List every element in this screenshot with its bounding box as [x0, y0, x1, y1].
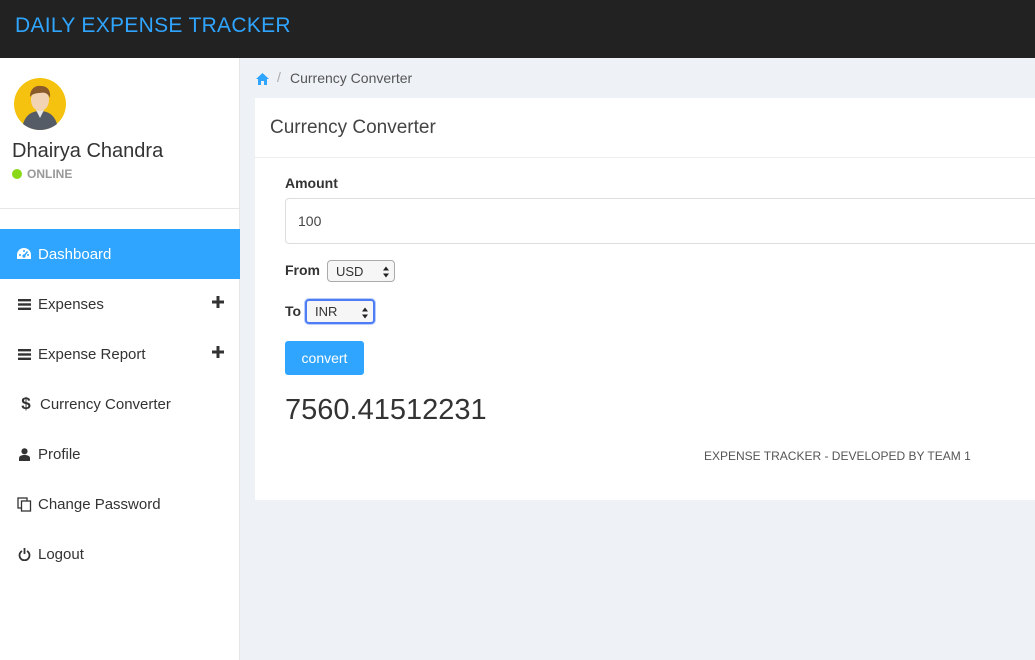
dashboard-icon — [15, 245, 33, 263]
home-icon[interactable] — [256, 72, 269, 85]
converter-panel: Currency Converter Amount From USD To IN… — [255, 98, 1035, 500]
dollar-icon: $ — [21, 394, 31, 413]
amount-label: Amount — [285, 175, 338, 191]
select-arrows-icon — [383, 266, 389, 278]
conversion-result: 7560.41512231 — [285, 394, 487, 426]
top-navbar: DAILY EXPENSE TRACKER — [0, 0, 1035, 58]
power-icon — [15, 545, 33, 563]
page-title: Currency Converter — [270, 117, 436, 138]
online-status-dot — [12, 169, 22, 179]
status-label: ONLINE — [27, 167, 73, 181]
sidebar-item-expense-report[interactable]: Expense Report — [0, 329, 240, 379]
plus-icon[interactable] — [212, 295, 226, 309]
sidebar-item-expenses[interactable]: Expenses — [0, 279, 240, 329]
copy-icon — [15, 495, 33, 513]
sidebar-item-dashboard[interactable]: Dashboard — [0, 229, 240, 279]
sidebar-item-label: Expenses — [38, 295, 104, 313]
breadcrumb: / Currency Converter — [241, 58, 1035, 98]
sidebar-item-label: Expense Report — [38, 345, 146, 363]
plus-icon[interactable] — [212, 345, 226, 359]
sidebar-item-label: Change Password — [38, 495, 161, 513]
avatar — [14, 78, 66, 130]
sidebar-item-label: Profile — [38, 445, 81, 463]
footer-credit: EXPENSE TRACKER - DEVELOPED BY TEAM 1 — [704, 449, 971, 463]
sidebar-item-logout[interactable]: Logout — [0, 529, 240, 579]
user-status: ONLINE — [12, 167, 72, 181]
to-label: To — [285, 303, 302, 319]
brand-title[interactable]: DAILY EXPENSE TRACKER — [15, 14, 291, 38]
list-icon — [15, 295, 33, 313]
panel-heading: Currency Converter — [255, 98, 1035, 158]
from-label: From — [285, 262, 320, 278]
user-icon — [15, 445, 33, 463]
convert-button[interactable]: convert — [285, 341, 364, 375]
sidebar-item-profile[interactable]: Profile — [0, 429, 240, 479]
sidebar-item-change-password[interactable]: Change Password — [0, 479, 240, 529]
list-icon — [15, 345, 33, 363]
sidebar-item-label: Currency Converter — [40, 395, 171, 413]
sidebar: Dhairya Chandra ONLINE Dashboard Expense… — [0, 58, 240, 660]
to-currency-value: INR — [315, 304, 338, 319]
sidebar-item-label: Dashboard — [38, 245, 112, 263]
from-currency-select[interactable]: USD — [327, 260, 395, 282]
to-currency-select[interactable]: INR — [305, 299, 375, 324]
from-currency-value: USD — [336, 263, 364, 279]
amount-input[interactable] — [285, 198, 1035, 244]
breadcrumb-separator: / — [277, 69, 281, 85]
select-arrows-icon — [362, 306, 368, 318]
sidebar-item-currency-converter[interactable]: $ Currency Converter — [0, 379, 240, 429]
user-name: Dhairya Chandra — [12, 140, 164, 162]
sidebar-menu: Dashboard Expenses Expense Report $ Curr… — [0, 229, 240, 579]
breadcrumb-current: Currency Converter — [290, 70, 413, 86]
sidebar-divider — [0, 208, 240, 209]
sidebar-item-label: Logout — [38, 545, 84, 563]
